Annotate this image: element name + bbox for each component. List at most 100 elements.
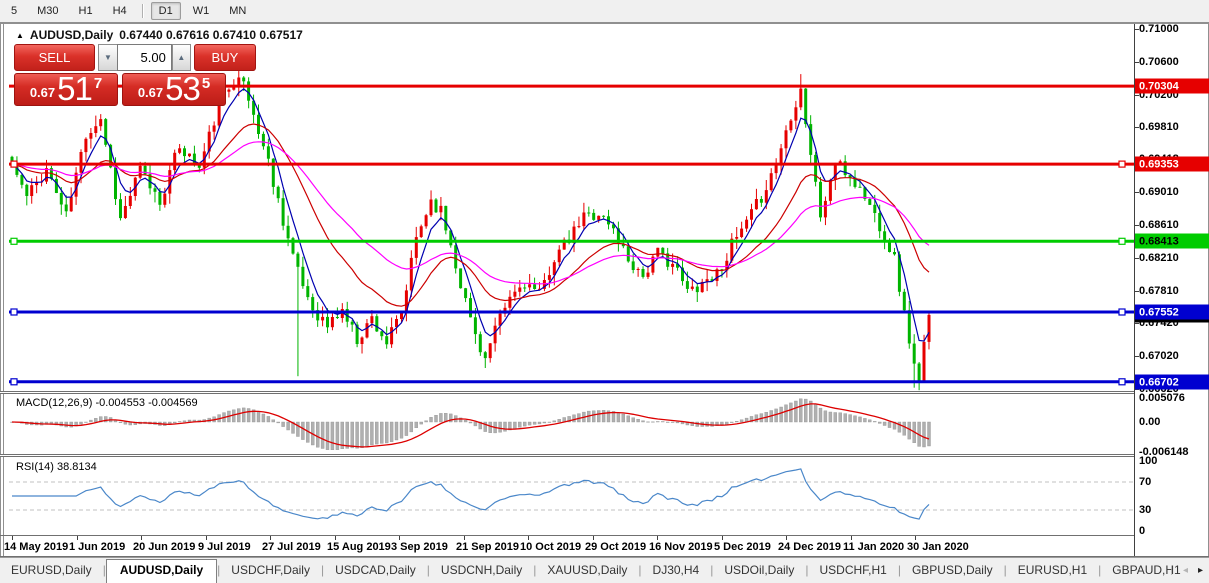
price-tick-label: 0.68210 bbox=[1139, 252, 1179, 264]
rsi-axis-label: 30 bbox=[1139, 504, 1151, 516]
date-label: 9 Jul 2019 bbox=[198, 541, 251, 553]
date-tick bbox=[528, 536, 529, 540]
rsi-pane[interactable] bbox=[9, 457, 1134, 535]
timeframe-button-D1[interactable]: D1 bbox=[151, 2, 181, 20]
timeframe-button-5[interactable]: 5 bbox=[3, 2, 25, 20]
price-tick-label: 0.68610 bbox=[1139, 219, 1179, 231]
date-label: 29 Oct 2019 bbox=[585, 541, 646, 553]
pane-left-border bbox=[3, 24, 4, 556]
pane-divider bbox=[0, 393, 1134, 394]
date-label: 11 Jan 2020 bbox=[843, 541, 904, 553]
date-tick bbox=[657, 536, 658, 540]
macd-indicator-label: MACD(12,26,9) -0.004553 -0.004569 bbox=[16, 397, 198, 409]
pane-divider bbox=[0, 456, 1134, 457]
rsi-axis-label: 0 bbox=[1139, 525, 1145, 537]
date-tick bbox=[399, 536, 400, 540]
chart-tab-USDCHF-H1[interactable]: USDCHF,H1 bbox=[808, 559, 897, 583]
chart-tab-USDCHF-Daily[interactable]: USDCHF,Daily bbox=[220, 559, 321, 583]
timeframe-button-MN[interactable]: MN bbox=[221, 2, 254, 20]
one-click-trade-panel: SELL ▼ 5.00 ▲ BUY 0.67 51 7 0.67 53 5 bbox=[14, 44, 256, 106]
timeframe-button-H4[interactable]: H4 bbox=[105, 2, 135, 20]
price-line-label: 0.66702 bbox=[1135, 375, 1209, 390]
chart-tab-USDOil-Daily[interactable]: USDOil,Daily bbox=[713, 559, 805, 583]
volume-field[interactable]: 5.00 bbox=[117, 44, 172, 71]
chart-tab-EURUSD-Daily[interactable]: EURUSD,Daily bbox=[0, 559, 103, 583]
date-tick bbox=[851, 536, 852, 540]
date-label: 24 Dec 2019 bbox=[778, 541, 841, 553]
window-left-border bbox=[0, 22, 1, 556]
price-line-label: 0.68413 bbox=[1135, 234, 1209, 249]
chevron-up-icon: ▲ bbox=[177, 53, 185, 62]
price-tick-label: 0.67810 bbox=[1139, 285, 1179, 297]
date-tick bbox=[12, 536, 13, 540]
date-label: 30 Jan 2020 bbox=[907, 541, 969, 553]
date-tick bbox=[335, 536, 336, 540]
date-tick bbox=[464, 536, 465, 540]
price-tick-label: 0.69010 bbox=[1139, 186, 1179, 198]
date-tick bbox=[786, 536, 787, 540]
rsi-axis-label: 70 bbox=[1139, 476, 1151, 488]
buy-price-big: 53 bbox=[165, 73, 200, 104]
date-label: 10 Oct 2019 bbox=[520, 541, 581, 553]
timeframe-button-M30[interactable]: M30 bbox=[29, 2, 66, 20]
date-tick bbox=[206, 536, 207, 540]
chart-tab-USDCAD-Daily[interactable]: USDCAD,Daily bbox=[324, 559, 427, 583]
date-label: 5 Dec 2019 bbox=[714, 541, 771, 553]
chart-ohlc-values: 0.67440 0.67616 0.67410 0.67517 bbox=[119, 28, 303, 42]
price-axis-line bbox=[1134, 24, 1135, 556]
date-label: 15 Aug 2019 bbox=[327, 541, 391, 553]
sell-price-big: 51 bbox=[57, 73, 92, 104]
price-line-label: 0.70304 bbox=[1135, 79, 1209, 94]
price-line-label: 0.67552 bbox=[1135, 305, 1209, 320]
buy-button[interactable]: BUY bbox=[194, 44, 256, 71]
buy-price-prefix: 0.67 bbox=[138, 85, 163, 100]
toolbar-separator bbox=[142, 4, 144, 18]
sell-price-prefix: 0.67 bbox=[30, 85, 55, 100]
date-label: 20 Jun 2019 bbox=[133, 541, 195, 553]
chart-tab-AUDUSD-Daily[interactable]: AUDUSD,Daily bbox=[106, 559, 217, 583]
chart-tab-EURUSD-H1[interactable]: EURUSD,H1 bbox=[1007, 559, 1098, 583]
date-label: 14 May 2019 bbox=[4, 541, 68, 553]
buy-price-quote[interactable]: 0.67 53 5 bbox=[122, 73, 226, 106]
date-label: 27 Jul 2019 bbox=[262, 541, 321, 553]
chart-header: ▲ AUDUSD,Daily 0.67440 0.67616 0.67410 0… bbox=[16, 28, 303, 42]
sell-button[interactable]: SELL bbox=[14, 44, 95, 71]
date-tick bbox=[77, 536, 78, 540]
sell-price-sup: 7 bbox=[94, 75, 102, 92]
chart-tab-DJ30-H4[interactable]: DJ30,H4 bbox=[642, 559, 711, 583]
chart-tab-USDCNH-Daily[interactable]: USDCNH,Daily bbox=[430, 559, 533, 583]
date-label: 21 Sep 2019 bbox=[456, 541, 519, 553]
chart-tab-GBPUSD-Daily[interactable]: GBPUSD,Daily bbox=[901, 559, 1004, 583]
scroll-right-icon[interactable]: ▸ bbox=[1198, 565, 1203, 576]
scroll-left-icon[interactable]: ◂ bbox=[1183, 565, 1188, 576]
macd-axis-label: 0.005076 bbox=[1139, 392, 1185, 404]
chart-collapse-icon[interactable]: ▲ bbox=[16, 31, 24, 40]
price-tick-label: 0.70600 bbox=[1139, 56, 1179, 68]
price-tick-label: 0.69810 bbox=[1139, 121, 1179, 133]
sell-price-quote[interactable]: 0.67 51 7 bbox=[14, 73, 118, 106]
pane-divider bbox=[0, 535, 1134, 536]
chart-tab-bar: EURUSD,Daily|AUDUSD,Daily|USDCHF,Daily|U… bbox=[0, 557, 1209, 583]
timeframe-button-H1[interactable]: H1 bbox=[71, 2, 101, 20]
timeframe-toolbar: 5M30 H1H4 D1W1MN bbox=[0, 0, 1209, 22]
trading-terminal: 5M30H1H4D1W1MN ▲ AUDUSD,Daily 0.67440 0.… bbox=[0, 0, 1209, 583]
date-label: 3 Sep 2019 bbox=[391, 541, 448, 553]
volume-decrease-button[interactable]: ▼ bbox=[98, 44, 117, 71]
macd-axis-label: 0.00 bbox=[1139, 416, 1160, 428]
price-line-label: 0.69353 bbox=[1135, 157, 1209, 172]
rsi-axis-label: 100 bbox=[1139, 455, 1157, 467]
volume-increase-button[interactable]: ▲ bbox=[172, 44, 191, 71]
date-tick bbox=[270, 536, 271, 540]
tab-scroll-separator: | bbox=[1170, 565, 1173, 576]
chart-title: AUDUSD,Daily bbox=[30, 28, 113, 42]
buy-price-sup: 5 bbox=[202, 75, 210, 92]
date-label: 1 Jun 2019 bbox=[69, 541, 125, 553]
date-label: 16 Nov 2019 bbox=[649, 541, 713, 553]
rsi-indicator-label: RSI(14) 38.8134 bbox=[16, 461, 97, 473]
timeframe-button-W1[interactable]: W1 bbox=[185, 2, 218, 20]
price-tick-label: 0.67020 bbox=[1139, 350, 1179, 362]
chart-tab-XAUUSD-Daily[interactable]: XAUUSD,Daily bbox=[536, 559, 638, 583]
chevron-down-icon: ▼ bbox=[104, 53, 112, 62]
price-tick-label: 0.71000 bbox=[1139, 23, 1179, 35]
date-tick bbox=[722, 536, 723, 540]
